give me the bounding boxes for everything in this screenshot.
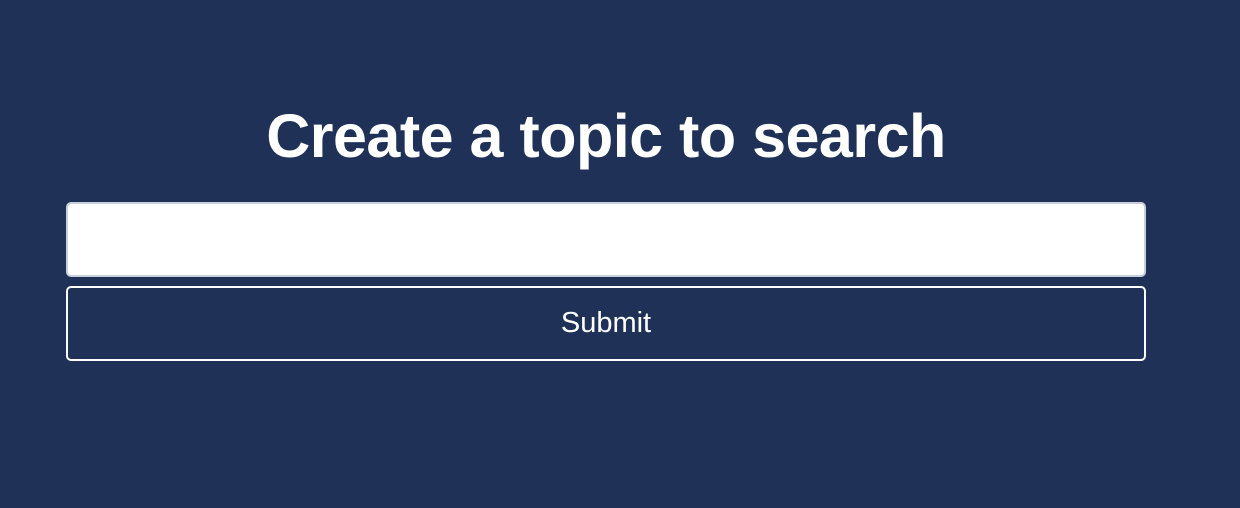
page-title: Create a topic to search xyxy=(266,102,946,170)
topic-input[interactable] xyxy=(66,202,1146,277)
topic-search-page: Create a topic to search Submit xyxy=(0,0,1240,508)
submit-button[interactable]: Submit xyxy=(66,286,1146,361)
